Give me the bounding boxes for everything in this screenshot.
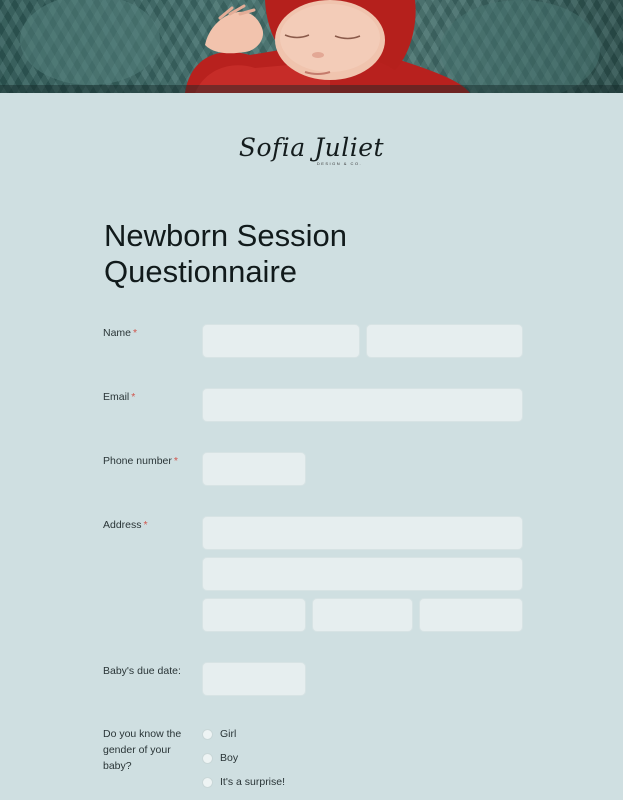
name-label: Name *	[103, 327, 138, 339]
address-line1-input[interactable]	[202, 516, 523, 550]
brand-tagline: DESIGN & CO.	[316, 161, 363, 166]
required-marker: *	[133, 327, 138, 339]
address-state-input[interactable]	[312, 598, 413, 632]
due-date-label: Baby's due date:	[103, 665, 181, 677]
gender-label: Do you know the gender of your baby?	[103, 728, 182, 772]
form-title-line1: Newborn Session	[104, 218, 347, 253]
gender-option-label: Boy	[220, 752, 239, 764]
gender-option-label: It's a surprise!	[220, 776, 286, 788]
radio-button[interactable]	[202, 728, 213, 740]
required-marker: *	[173, 455, 178, 467]
required-marker: *	[131, 391, 136, 403]
newborn-photo	[20, 0, 600, 93]
address-city-input[interactable]	[202, 598, 306, 632]
form-title-line2: Questionnaire	[104, 254, 298, 289]
phone-label: Phone number *	[103, 455, 178, 467]
required-marker: *	[143, 519, 148, 531]
gender-option-label: Girl	[220, 728, 237, 740]
phone-input[interactable]	[202, 452, 306, 486]
address-label: Address *	[103, 519, 148, 531]
address-zip-input[interactable]	[419, 598, 523, 632]
first-name-input[interactable]	[202, 324, 360, 358]
gender-option-boy[interactable]: Boy	[202, 752, 238, 764]
email-label: Email *	[103, 391, 136, 403]
brand-name: Sofia Juliet	[238, 133, 385, 162]
radio-button[interactable]	[202, 752, 213, 764]
gender-option-surprise[interactable]: It's a surprise!	[202, 776, 285, 788]
email-input[interactable]	[202, 388, 523, 422]
last-name-input[interactable]	[366, 324, 523, 358]
brand-logo: Sofia Juliet DESIGN & CO.	[0, 133, 623, 166]
gender-option-girl[interactable]: Girl	[202, 728, 236, 740]
header-photo	[0, 0, 623, 93]
form-title: Newborn Session Questionnaire	[104, 218, 424, 290]
address-line2-input[interactable]	[202, 557, 523, 591]
radio-button[interactable]	[202, 776, 213, 788]
due-date-input[interactable]	[202, 662, 306, 696]
